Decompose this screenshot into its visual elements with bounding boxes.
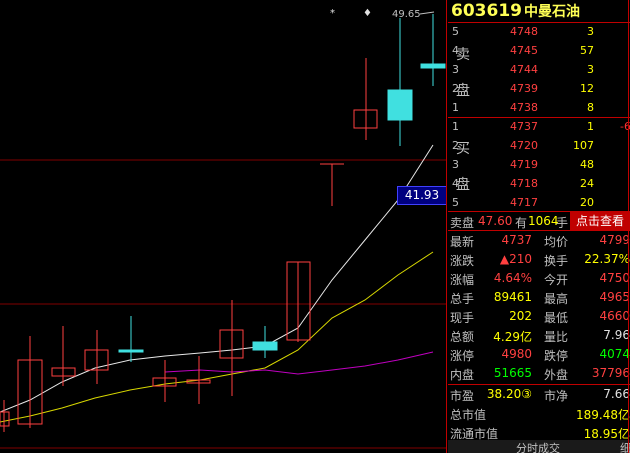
tab-time-sales[interactable]: 分时成交 [516, 440, 560, 453]
stock-name: 中曼石油 [523, 4, 580, 20]
stat-row: 最新 4737 均价 4799 [448, 231, 630, 250]
stat-value: 4.29亿 [493, 330, 532, 344]
stat-row: 内盘 51665 外盘 37796 [448, 364, 630, 383]
sell-row[interactable]: 5 4748 3 [448, 22, 630, 41]
stock-code: 603619 [451, 1, 522, 21]
buy-row[interactable]: 2 4720 107 [448, 136, 630, 155]
stat-label: 涨跌 [450, 254, 475, 268]
stat-row: 总额 4.29亿 量比 7.96 [448, 326, 630, 345]
stat-label: 市盈 [450, 389, 475, 403]
candle [152, 360, 177, 402]
stat-label: 内盘 [450, 368, 475, 382]
stat-value: 7.96 [603, 328, 630, 342]
sell-summary-unit: 手 [556, 216, 569, 230]
candle [186, 356, 211, 404]
stat-label: 跌停 [544, 349, 569, 363]
stat-value: 37796 [591, 366, 630, 380]
stat-label: 涨幅 [450, 273, 475, 287]
buy-row[interactable]: 3 4719 48 [448, 155, 630, 174]
stat-value: 4980 [501, 347, 532, 361]
candle [118, 316, 144, 362]
candle [51, 326, 76, 386]
stat-label: 总额 [450, 330, 475, 344]
candle [219, 300, 244, 396]
stat-row: 市盈 38.20③ 市净 7.66 [448, 385, 630, 404]
stat-label: 量比 [544, 330, 569, 344]
candle [252, 326, 278, 358]
sell-summary-qty: 1064 [528, 214, 559, 228]
stat-label: 外盘 [544, 368, 569, 382]
sell-summary-price: 47.60 [478, 214, 513, 228]
stat-row: 涨幅 4.64% 今开 4750 [448, 269, 630, 288]
stock-header: 603619 中曼石油 [451, 1, 580, 23]
stat-label: 今开 [544, 273, 569, 287]
sell-summary-label: 卖盘 [450, 216, 475, 230]
panel-divider [446, 0, 447, 453]
view-details-button[interactable]: 点击查看 [570, 212, 630, 230]
candle [84, 330, 109, 384]
stat-label: 总市值 [450, 408, 487, 422]
stat-label: 现手 [450, 311, 475, 325]
stat-value: 89461 [493, 290, 532, 304]
candle [353, 58, 378, 140]
buy-row[interactable]: 5 4717 20 [448, 193, 630, 212]
candle [320, 163, 344, 206]
quote-panel: 603619 中曼石油 卖 盘 5 4748 3 4 4745 57 3 4744 3 2 47… [448, 0, 630, 453]
sell-summary-has: 有 [515, 216, 528, 230]
stat-label: 市净 [544, 389, 569, 403]
stat-label: 总手 [450, 292, 475, 306]
stat-value: 4660 [599, 309, 630, 323]
stat-label: 均价 [544, 235, 569, 249]
stat-value: 189.48亿 [576, 408, 630, 422]
stat-row: 总手 89461 最高 4965 [448, 288, 630, 307]
stat-row: 涨跌 ▲210 换手 22.37% [448, 250, 630, 269]
stat-value: 7.66 [603, 387, 630, 401]
buy-row[interactable]: 1 4737 1 -6 [448, 117, 630, 136]
candle [387, 18, 413, 146]
ma-yellow-line [0, 251, 434, 423]
stat-value: 4799 [599, 233, 630, 247]
candlestick-chart[interactable] [0, 0, 446, 453]
stat-value: 4737 [501, 233, 532, 247]
stat-value: 4.64% [493, 271, 532, 285]
stat-label: 最新 [450, 235, 475, 249]
stat-value: 4750 [599, 271, 630, 285]
marker-diamond: ♦ [363, 8, 372, 19]
candle [0, 400, 10, 432]
stat-row: 总市值 189.48亿 [448, 404, 630, 423]
stat-value: 51665 [493, 366, 532, 380]
ma-white-line [0, 144, 434, 413]
stat-value: 4074 [599, 347, 630, 361]
stat-value: ▲210 [499, 252, 532, 266]
stat-label: 最高 [544, 292, 569, 306]
buy-row[interactable]: 4 4718 24 [448, 174, 630, 193]
sell-row[interactable]: 3 4744 3 [448, 60, 630, 79]
sell-row[interactable]: 2 4739 12 [448, 79, 630, 98]
high-price-label: 49.65 [392, 9, 421, 20]
stat-value: 202 [509, 309, 532, 323]
stat-row: 现手 202 最低 4660 [448, 307, 630, 326]
current-price-marker: 41.93 [397, 186, 447, 205]
right-border [628, 0, 629, 453]
stat-value: 4965 [599, 290, 630, 304]
candle [420, 14, 446, 86]
stat-value: 38.20③ [486, 387, 532, 401]
ma-magenta-line [164, 351, 434, 375]
stat-row: 涨停 4980 跌停 4074 [448, 345, 630, 364]
sell-row[interactable]: 1 4738 8 [448, 98, 630, 117]
stat-label: 涨停 [450, 349, 475, 363]
stat-value: 22.37% [584, 252, 630, 266]
candle [286, 261, 311, 342]
sell-summary-bar: 卖盘 47.60 有 1064 手 点击查看 [448, 212, 630, 230]
marker-star: * [330, 8, 335, 19]
bottom-tabs: 分时成交 细 [448, 440, 630, 453]
stat-label: 换手 [544, 254, 569, 268]
high-pointer-line [419, 11, 435, 15]
sell-row[interactable]: 4 4745 57 [448, 41, 630, 60]
stat-label: 最低 [544, 311, 569, 325]
